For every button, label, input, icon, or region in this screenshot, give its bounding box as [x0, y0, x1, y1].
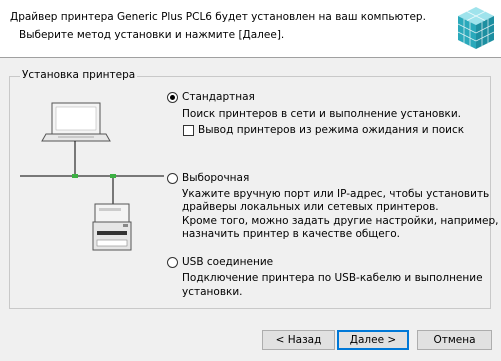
custom-description-line-2: драйверы локальных или сетевых принтеров…	[182, 201, 439, 213]
radio-custom-label[interactable]: Выборочная	[182, 172, 249, 184]
radio-standard-label[interactable]: Стандартная	[182, 91, 255, 103]
radio-standard[interactable]	[167, 92, 178, 103]
next-button[interactable]: Далее >	[337, 330, 409, 350]
usb-description-line-1: Подключение принтера по USB-кабелю и вып…	[182, 272, 483, 284]
standard-description: Поиск принтеров в сети и выполнение уста…	[182, 108, 462, 120]
cancel-button[interactable]: Отмена	[417, 330, 492, 350]
back-button[interactable]: < Назад	[262, 330, 335, 350]
printer-icon	[92, 203, 132, 251]
header-line-2: Выберите метод установки и нажмите [Дале…	[19, 29, 285, 41]
wake-printers-checkbox[interactable]	[183, 125, 194, 136]
radio-usb[interactable]	[167, 257, 178, 268]
usb-description-line-2: установки.	[182, 286, 243, 298]
custom-description-line-4: назначить принтер в качестве общего.	[182, 228, 401, 240]
custom-description-line-3: Кроме того, можно задать другие настройк…	[182, 215, 499, 227]
wake-printers-label[interactable]: Вывод принтеров из режима ожидания и пои…	[198, 124, 464, 136]
network-illustration	[20, 102, 164, 251]
custom-description-line-1: Укажите вручную порт или IP-адрес, чтобы…	[182, 188, 490, 200]
installer-logo-icon	[457, 7, 495, 49]
header-divider	[0, 57, 501, 58]
network-connector-icon	[110, 174, 116, 178]
radio-custom[interactable]	[167, 173, 178, 184]
laptop-icon	[41, 102, 111, 142]
header: Драйвер принтера Generic Plus PCL6 будет…	[0, 0, 501, 57]
radio-usb-label[interactable]: USB соединение	[182, 256, 273, 268]
group-title: Установка принтера	[20, 69, 138, 81]
network-connector-icon	[72, 174, 78, 178]
header-line-1: Драйвер принтера Generic Plus PCL6 будет…	[10, 11, 426, 23]
